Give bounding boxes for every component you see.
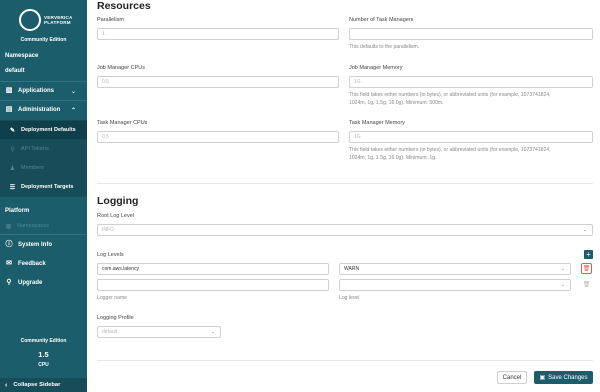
- sidebar-item-label: Members: [21, 165, 44, 171]
- sidebar-item-label: Administration: [18, 107, 61, 113]
- sidebar-item-label: Feedback: [18, 261, 46, 267]
- logging-title: Logging: [97, 195, 139, 207]
- log-level-select[interactable]: ⌄: [339, 279, 571, 291]
- tm-memory-help: This field takes either numbers (in byte…: [349, 147, 551, 162]
- parallelism-input[interactable]: 1: [97, 28, 339, 40]
- key-icon: ⚲: [10, 146, 15, 153]
- tm-cpu-label: Task Manager CPUs: [97, 120, 148, 126]
- sidebar-item-namespaces: ▦ Namespaces: [0, 217, 87, 235]
- tm-memory-input[interactable]: 1G: [349, 131, 593, 143]
- collapse-sidebar-button[interactable]: ‹ Collapse Sidebar: [0, 378, 87, 392]
- collapse-label: Collapse Sidebar: [13, 382, 61, 388]
- section-divider: [97, 183, 593, 184]
- log-level-label: Log level: [339, 295, 360, 301]
- cancel-button[interactable]: Cancel: [497, 371, 527, 384]
- jm-memory-input[interactable]: 1G: [349, 76, 593, 88]
- logging-profile-value: default: [102, 329, 118, 335]
- sidebar-item-upgrade[interactable]: ⚲ Upgrade: [0, 274, 87, 292]
- sidebar-item-members: ♟ Members: [0, 159, 87, 177]
- chevron-down-icon: ⌄: [70, 88, 76, 95]
- parallelism-label: Parallelism: [97, 17, 124, 23]
- sidebar-item-label: Upgrade: [18, 280, 43, 286]
- log-level-value: WARN: [344, 266, 360, 272]
- sidebar: VERVERICA PLATFORM Community Edition Nam…: [0, 0, 87, 392]
- sidebar-item-administration[interactable]: ▤ Administration ⌃: [0, 101, 87, 119]
- tm-memory-help-line1: This field takes either numbers (in byte…: [349, 147, 551, 153]
- sidebar-item-label: Applications: [18, 88, 55, 94]
- list-icon: ☰: [9, 184, 16, 191]
- sidebar-item-deployment-targets[interactable]: ☰ Deployment Targets: [0, 178, 87, 196]
- logging-profile-select[interactable]: default ⌄: [97, 326, 221, 338]
- feedback-icon: ✉: [6, 260, 12, 267]
- chevron-left-icon: ‹: [5, 381, 8, 389]
- log-level-select[interactable]: WARN ⌄: [339, 263, 571, 275]
- delete-log-level-button[interactable]: 🗑: [581, 279, 592, 290]
- sidebar-item-applications[interactable]: ▧ Applications ⌄: [0, 82, 87, 100]
- resources-title: Resources: [97, 0, 151, 12]
- members-icon: ♟: [9, 165, 16, 172]
- cpu-value: 1.5: [38, 350, 49, 359]
- sidebar-item-system-info[interactable]: ⓘ System Info: [0, 236, 87, 254]
- platform-label: Platform: [5, 208, 30, 214]
- info-icon: ⓘ: [5, 241, 13, 248]
- logo-line2: PLATFORM: [44, 20, 71, 25]
- trash-icon: 🗑: [582, 266, 591, 272]
- log-levels-label: Log Levels: [97, 252, 124, 258]
- add-log-level-button[interactable]: +: [584, 250, 593, 259]
- edition-label: Community Edition: [20, 37, 67, 43]
- sidebar-item-label: Deployment Defaults: [21, 127, 76, 133]
- root-log-level-value: INFO: [102, 227, 114, 233]
- sidebar-divider: [0, 234, 87, 235]
- jm-cpu-label: Job Manager CPUs: [97, 65, 145, 71]
- tm-memory-help-line2: 1024m, 1g, 1.5g, 16.0g). Minimum: 1g.: [349, 154, 437, 161]
- save-changes-button[interactable]: ▣ Save Changes: [534, 371, 593, 384]
- delete-log-level-button[interactable]: 🗑: [581, 263, 592, 274]
- tm-cpu-input[interactable]: 0.5: [97, 131, 339, 143]
- namespace-selector[interactable]: default: [5, 68, 25, 74]
- sidebar-item-label: API Tokens: [21, 146, 49, 152]
- logger-name-input[interactable]: [97, 279, 329, 291]
- jm-memory-label: Job Manager Memory: [349, 65, 403, 71]
- root-log-level-label: Root Log Level: [97, 213, 134, 219]
- sidebar-item-label: System Info: [18, 242, 53, 248]
- jm-memory-help-line1: This field takes either numbers (in byte…: [349, 92, 551, 98]
- save-icon: ▣: [539, 375, 546, 381]
- main-content: Resources Parallelism 1 Number of Task M…: [87, 0, 600, 392]
- chevron-down-icon: ⌄: [560, 266, 565, 272]
- task-managers-label: Number of Task Managers: [349, 17, 414, 23]
- sidebar-item-deployment-defaults[interactable]: ✎ Deployment Defaults: [0, 121, 87, 139]
- logger-name-input[interactable]: com.aws.latency: [97, 263, 329, 275]
- logo-circle-icon: [19, 9, 41, 31]
- sidebar-item-api-tokens: ⚲ API Tokens: [0, 140, 87, 158]
- logging-profile-label: Logging Profile: [97, 315, 134, 321]
- namespace-label: Namespace: [5, 53, 39, 59]
- jm-memory-help-line2: 1024m, 1g, 1.5g, 16.0g). Minimum: 500m.: [349, 99, 444, 106]
- sidebar-item-label: Namespaces: [17, 223, 50, 229]
- footer-divider: [97, 360, 593, 361]
- sidebar-item-label: Deployment Targets: [21, 184, 74, 190]
- chevron-down-icon: ⌄: [582, 227, 587, 233]
- ververica-logo[interactable]: VERVERICA PLATFORM: [19, 7, 77, 33]
- administration-icon: ▤: [5, 106, 13, 113]
- save-label: Save Changes: [548, 374, 588, 381]
- task-managers-help: This defaults to the parallelism.: [349, 44, 420, 50]
- sidebar-item-feedback[interactable]: ✉ Feedback: [0, 255, 87, 273]
- chevron-up-icon: ⌃: [70, 107, 76, 114]
- logger-name-label: Logger name: [97, 295, 128, 301]
- task-managers-input[interactable]: [349, 28, 593, 40]
- footer-edition: Community Edition: [20, 338, 67, 344]
- chevron-down-icon: ⌄: [560, 282, 565, 288]
- cpu-label: CPU: [38, 362, 49, 368]
- applications-icon: ▧: [5, 87, 13, 94]
- chevron-down-icon: ⌄: [210, 329, 215, 335]
- jm-cpu-input[interactable]: 0.5: [97, 76, 339, 88]
- namespaces-icon: ▦: [5, 223, 12, 230]
- jm-memory-help: This field takes either numbers (in byte…: [349, 92, 551, 107]
- tm-memory-label: Task Manager Memory: [349, 120, 405, 126]
- upgrade-icon: ⚲: [6, 279, 12, 286]
- root-log-level-select[interactable]: INFO ⌄: [97, 224, 593, 236]
- trash-icon: 🗑: [582, 282, 591, 288]
- edit-icon: ✎: [9, 127, 16, 134]
